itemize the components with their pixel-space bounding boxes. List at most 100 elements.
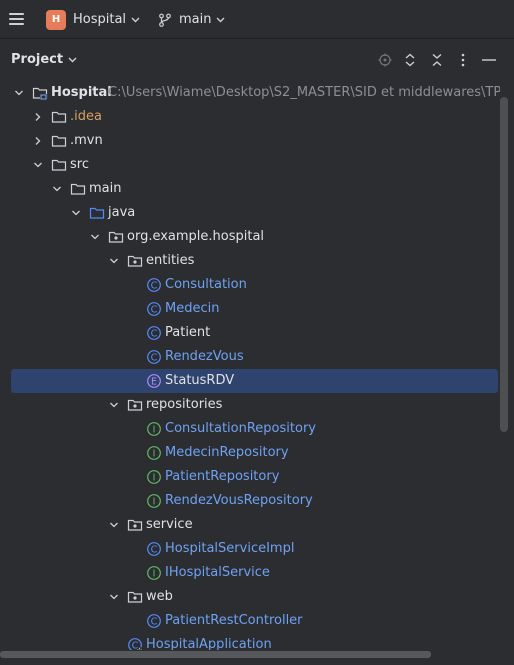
svg-text:I: I	[153, 449, 156, 460]
source-folder-icon	[89, 207, 105, 219]
chevron-down-icon[interactable]	[32, 159, 44, 171]
tree-node-patient[interactable]: C Patient	[0, 321, 498, 345]
tree-node-label: Medecin	[165, 301, 220, 316]
hide-toolwindow-icon[interactable]	[481, 52, 497, 68]
class-icon: C	[147, 350, 161, 364]
tree-node-label: src	[70, 157, 89, 172]
project-name: Hospital	[73, 12, 127, 27]
project-toolwindow-header: Project	[0, 40, 514, 80]
tree-node-src[interactable]: src	[0, 153, 498, 177]
tree-node-label: main	[89, 181, 122, 196]
package-icon	[127, 399, 143, 411]
tree-node-entities[interactable]: entities	[0, 249, 498, 273]
class-icon: C	[147, 278, 161, 292]
chevron-down-icon	[131, 17, 140, 22]
expand-all-icon[interactable]	[402, 52, 418, 68]
tree-node-consultation[interactable]: C Consultation	[0, 273, 498, 297]
tree-node-web[interactable]: web	[0, 585, 498, 609]
tree-node-label: Consultation	[165, 277, 247, 292]
interface-icon: I	[147, 494, 161, 508]
tree-node-hospital-service-impl[interactable]: C HospitalServiceImpl	[0, 537, 498, 561]
tree-node-patient-repository[interactable]: I PatientRepository	[0, 465, 498, 489]
chevron-down-icon[interactable]	[89, 231, 101, 243]
package-icon	[108, 231, 124, 243]
horizontal-scrollbar[interactable]	[0, 651, 431, 658]
ide-window: H Hospital main Project Hospital C:\User…	[0, 0, 514, 665]
tree-node-main[interactable]: main	[0, 177, 498, 201]
branch-name: main	[179, 12, 212, 27]
tree-node-service[interactable]: service	[0, 513, 498, 537]
chevron-down-icon[interactable]	[108, 519, 120, 531]
tree-node-label: .mvn	[70, 133, 103, 148]
svg-text:I: I	[153, 497, 156, 508]
svg-text:E: E	[151, 377, 157, 388]
tree-node-package[interactable]: org.example.hospital	[0, 225, 498, 249]
interface-icon: I	[147, 566, 161, 580]
vertical-scrollbar[interactable]	[500, 97, 508, 432]
main-menu-icon[interactable]	[8, 10, 26, 28]
interface-icon: I	[147, 446, 161, 460]
toolwindow-title-dropdown[interactable]: Project	[11, 52, 77, 67]
enum-icon: E	[147, 374, 161, 388]
collapse-all-icon[interactable]	[429, 52, 445, 68]
git-branch-icon	[159, 13, 171, 27]
tree-node-label: .idea	[70, 109, 102, 124]
tree-node-label: Patient	[165, 325, 211, 340]
tree-node-label: repositories	[146, 397, 223, 412]
chevron-right-icon[interactable]	[32, 111, 44, 123]
tree-node-label: IHospitalService	[165, 565, 270, 580]
folder-icon	[51, 111, 67, 123]
tree-node-java[interactable]: java	[0, 201, 498, 225]
locate-file-icon[interactable]	[377, 52, 393, 68]
chevron-down-icon[interactable]	[108, 399, 120, 411]
chevron-down-icon[interactable]	[51, 183, 63, 195]
package-icon	[127, 591, 143, 603]
chevron-down-icon[interactable]	[108, 591, 120, 603]
project-switcher[interactable]: H Hospital	[46, 9, 140, 30]
tree-node-rendezvous-repository[interactable]: I RendezVousRepository	[0, 489, 498, 513]
svg-text:C: C	[151, 305, 158, 316]
branch-switcher[interactable]: main	[158, 9, 225, 30]
class-icon: C	[147, 326, 161, 340]
chevron-down-icon[interactable]	[108, 255, 120, 267]
tree-node-patient-rest-controller[interactable]: C PatientRestController	[0, 609, 498, 633]
tree-node-root[interactable]: Hospital C:\Users\Wiame\Desktop\S2_MASTE…	[0, 81, 500, 105]
project-tree: Hospital C:\Users\Wiame\Desktop\S2_MASTE…	[0, 81, 500, 650]
tree-node-label: web	[146, 589, 173, 604]
chevron-down-icon	[216, 17, 225, 22]
folder-icon	[51, 135, 67, 147]
chevron-down-icon[interactable]	[13, 87, 25, 99]
tree-node-rendezvous[interactable]: C RendezVous	[0, 345, 498, 369]
tree-node-mvn[interactable]: .mvn	[0, 129, 498, 153]
package-icon	[127, 519, 143, 531]
tree-node-label: HospitalApplication	[146, 637, 272, 650]
class-icon: C	[147, 542, 161, 556]
title-bar: H Hospital main	[0, 0, 514, 39]
tree-node-hospital-application[interactable]: C HospitalApplication	[0, 633, 498, 650]
tree-node-consultation-repository[interactable]: I ConsultationRepository	[0, 417, 498, 441]
svg-text:C: C	[151, 545, 158, 556]
svg-text:C: C	[151, 329, 158, 340]
tree-node-ihospital-service[interactable]: I IHospitalService	[0, 561, 498, 585]
spring-boot-class-icon: C	[128, 638, 143, 650]
folder-icon	[70, 183, 86, 195]
tree-node-label: PatientRepository	[165, 469, 280, 484]
tree-node-label: org.example.hospital	[127, 229, 265, 244]
svg-text:C: C	[151, 617, 158, 628]
tree-node-medecin-repository[interactable]: I MedecinRepository	[0, 441, 498, 465]
tree-node-idea[interactable]: .idea	[0, 105, 498, 129]
chevron-down-icon[interactable]	[70, 207, 82, 219]
package-icon	[127, 255, 143, 267]
tree-node-label: HospitalServiceImpl	[165, 541, 295, 556]
tree-node-label: ConsultationRepository	[165, 421, 316, 436]
tree-node-label: service	[146, 517, 193, 532]
tree-node-statusrdv[interactable]: E StatusRDV	[11, 369, 498, 393]
folder-icon	[51, 159, 67, 171]
tree-node-medecin[interactable]: C Medecin	[0, 297, 498, 321]
module-folder-icon	[32, 87, 48, 100]
tree-node-label: entities	[146, 253, 195, 268]
more-options-icon[interactable]	[455, 52, 471, 68]
tree-node-repositories[interactable]: repositories	[0, 393, 498, 417]
chevron-right-icon[interactable]	[32, 135, 44, 147]
interface-icon: I	[147, 422, 161, 436]
